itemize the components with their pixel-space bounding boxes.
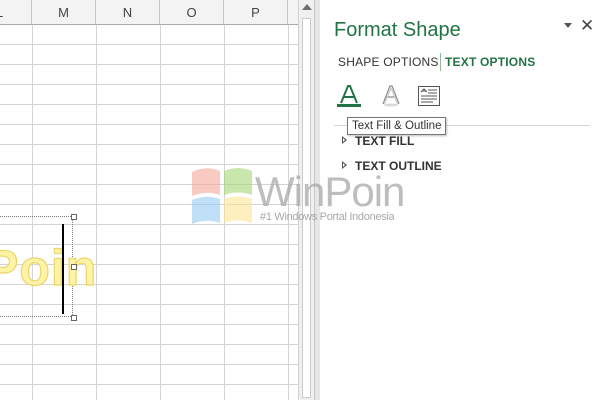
- column-header-l[interactable]: L: [0, 0, 32, 24]
- text-fill-selected-indicator: [337, 104, 361, 107]
- close-icon[interactable]: ✕: [580, 17, 594, 35]
- tab-separator: [440, 53, 441, 71]
- format-shape-pane: Format Shape ✕ SHAPE OPTIONS TEXT OPTION…: [320, 0, 600, 400]
- expand-triangle-icon: [342, 136, 347, 144]
- column-header-n[interactable]: N: [96, 0, 160, 24]
- resize-handle-bottom-right[interactable]: [71, 315, 77, 321]
- spreadsheet-grid[interactable]: L M N O P Poin: [0, 0, 298, 400]
- pane-options-dropdown-icon[interactable]: [564, 23, 572, 28]
- column-headers: L M N O P: [0, 0, 298, 25]
- resize-handle-top-right[interactable]: [71, 214, 77, 220]
- tab-text-options[interactable]: TEXT OPTIONS: [445, 55, 535, 69]
- pane-title: Format Shape: [334, 19, 461, 41]
- tooltip: Text Fill & Outline: [347, 117, 447, 135]
- column-header-p[interactable]: P: [224, 0, 288, 24]
- resize-handle-right[interactable]: [71, 264, 77, 270]
- section-label: TEXT OUTLINE: [355, 159, 442, 173]
- column-header-m[interactable]: M: [32, 0, 96, 24]
- textbox-layout-icon[interactable]: [416, 83, 442, 109]
- text-effects-icon[interactable]: [378, 83, 404, 109]
- text-box-content[interactable]: Poin: [0, 239, 97, 297]
- column-header-o[interactable]: O: [160, 0, 224, 24]
- scroll-thumb[interactable]: [302, 18, 311, 398]
- text-cursor: [62, 224, 64, 314]
- scroll-up-arrow-icon[interactable]: [302, 4, 312, 10]
- vertical-scrollbar[interactable]: [298, 0, 314, 400]
- section-label: TEXT FILL: [355, 134, 415, 148]
- tab-shape-options[interactable]: SHAPE OPTIONS: [338, 55, 439, 69]
- expand-triangle-icon: [342, 161, 347, 169]
